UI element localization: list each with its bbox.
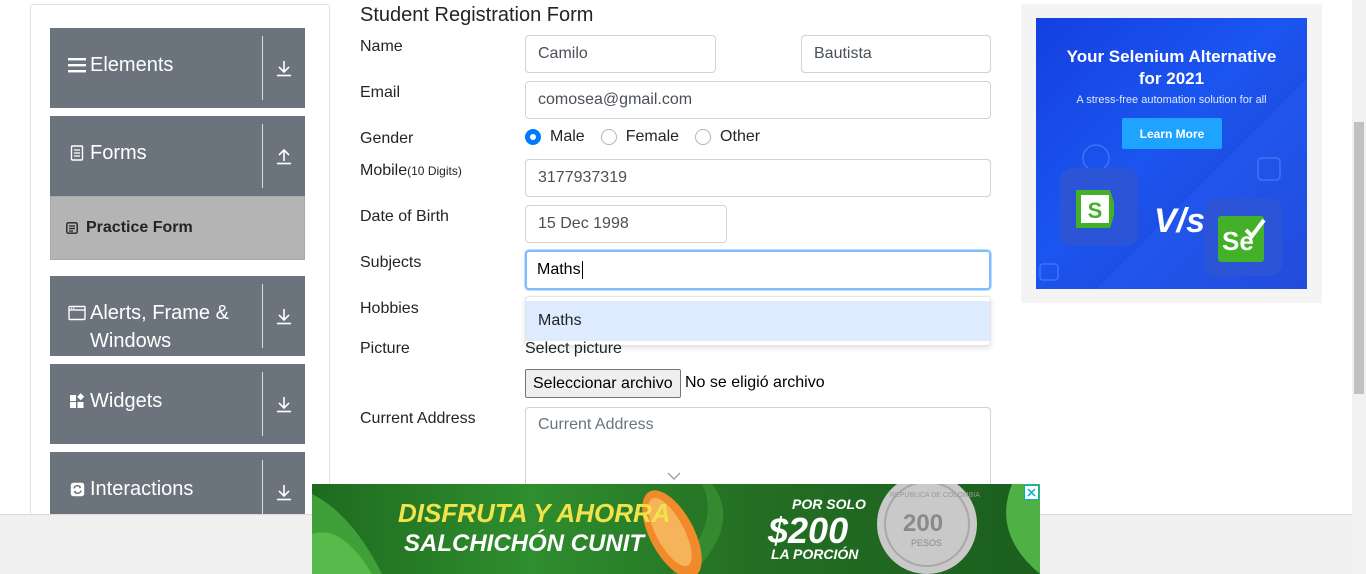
sidebar-group-label-line1: Alerts, Frame & bbox=[90, 302, 229, 324]
ad-salchichon-cunit[interactable]: DISFRUTA Y AHORRA SALCHICHÓN CUNIT POR S… bbox=[312, 484, 1040, 574]
widgets-icon bbox=[66, 387, 88, 415]
dob-label: Date of Birth bbox=[360, 208, 449, 225]
radio-unchecked-icon[interactable] bbox=[695, 129, 712, 145]
ad-headline-line1: DISFRUTA Y AHORRA bbox=[398, 498, 671, 528]
gender-option-label: Female bbox=[625, 128, 680, 145]
selenium-logo-text: Se bbox=[1222, 226, 1254, 256]
page-scrollbar-thumb[interactable] bbox=[1354, 122, 1364, 394]
choose-file-button[interactable]: Seleccionar archivo bbox=[525, 369, 681, 398]
sidebar-group-label: Forms bbox=[90, 142, 147, 164]
ad-headline-line2: SALCHICHÓN CUNIT bbox=[404, 530, 644, 557]
radio-unchecked-icon[interactable] bbox=[600, 129, 617, 145]
subjects-input[interactable]: Maths bbox=[525, 250, 991, 290]
hobbies-label: Hobbies bbox=[360, 300, 419, 317]
gender-option-label: Other bbox=[720, 128, 761, 145]
sidebar-item-practice-form[interactable]: Practice Form bbox=[50, 196, 305, 260]
subjects-suggestion-option[interactable]: Maths bbox=[526, 301, 990, 341]
ad-vs-text: V/s bbox=[1154, 202, 1206, 240]
last-name-input[interactable]: Bautista bbox=[801, 35, 991, 73]
email-input[interactable]: comosea@gmail.com bbox=[525, 81, 991, 119]
form-icon bbox=[66, 222, 78, 234]
document-icon bbox=[66, 139, 88, 167]
ad-price-suffix: LA PORCIÓN bbox=[771, 546, 859, 562]
subjects-label: Subjects bbox=[360, 254, 422, 271]
sidebar-group-label: Widgets bbox=[90, 390, 163, 412]
sidebar-group-forms[interactable]: Forms bbox=[50, 116, 305, 196]
file-status-text: No se eligió archivo bbox=[685, 374, 825, 391]
download-arrow-icon[interactable] bbox=[263, 28, 305, 108]
gender-label: Gender bbox=[360, 130, 414, 147]
email-label: Email bbox=[360, 84, 401, 101]
upload-arrow-icon[interactable] bbox=[263, 116, 305, 196]
sidebar-group-label: Interactions bbox=[90, 478, 194, 500]
name-label: Name bbox=[360, 38, 403, 55]
coin-value: 200 bbox=[903, 510, 944, 537]
dob-input[interactable]: 15 Dec 1998 bbox=[525, 205, 727, 243]
gender-option-other[interactable]: Other bbox=[695, 128, 760, 146]
subjects-input-value: Maths bbox=[537, 261, 581, 278]
sidebar-group-widgets[interactable]: Widgets bbox=[50, 364, 305, 444]
form-title: Student Registration Form bbox=[360, 4, 594, 26]
mobile-label-text: Mobile bbox=[360, 162, 408, 179]
mobile-input[interactable]: 3177937319 bbox=[525, 159, 991, 197]
sidebar-group-label: Elements bbox=[90, 54, 174, 76]
gender-option-male[interactable]: Male bbox=[525, 128, 585, 146]
mobile-label: Mobile(10 Digits) bbox=[360, 162, 462, 180]
download-arrow-icon[interactable] bbox=[263, 364, 305, 444]
gender-option-label: Male bbox=[550, 128, 585, 145]
picture-hint: Select picture bbox=[525, 340, 622, 357]
coin-ring-text: REPUBLICA DE COLOMBIA bbox=[890, 492, 980, 499]
gender-radio-group: Male Female Other bbox=[525, 128, 776, 146]
ad-selenium-alternative[interactable]: Your Selenium Alternative for 2021 A str… bbox=[1036, 18, 1307, 289]
katalon-logo-icon: S bbox=[1076, 186, 1122, 237]
sidebar-group-label-line2: Windows bbox=[90, 330, 172, 352]
gender-option-female[interactable]: Female bbox=[600, 128, 680, 146]
download-arrow-icon[interactable] bbox=[263, 276, 305, 356]
refresh-icon bbox=[66, 475, 88, 503]
current-address-label: Current Address bbox=[360, 410, 476, 427]
sidebar-item-label: Practice Form bbox=[86, 219, 193, 236]
hamburger-icon bbox=[66, 51, 88, 79]
text-caret bbox=[581, 261, 583, 279]
sidebar-group-alerts[interactable]: Alerts, Frame & Windows bbox=[50, 276, 305, 356]
sidebar-group-elements[interactable]: Elements bbox=[50, 28, 305, 108]
coin-label: PESOS bbox=[911, 538, 943, 548]
radio-checked-icon[interactable] bbox=[525, 129, 541, 145]
subjects-suggestion-menu: Maths bbox=[525, 296, 991, 346]
picture-label: Picture bbox=[360, 340, 410, 357]
svg-text:S: S bbox=[1088, 198, 1103, 223]
window-icon bbox=[66, 299, 88, 327]
first-name-input[interactable]: Camilo bbox=[525, 35, 716, 73]
ad-close-button[interactable] bbox=[1024, 485, 1039, 500]
close-icon[interactable] bbox=[1027, 484, 1036, 502]
mobile-hint: (10 Digits) bbox=[407, 164, 462, 178]
